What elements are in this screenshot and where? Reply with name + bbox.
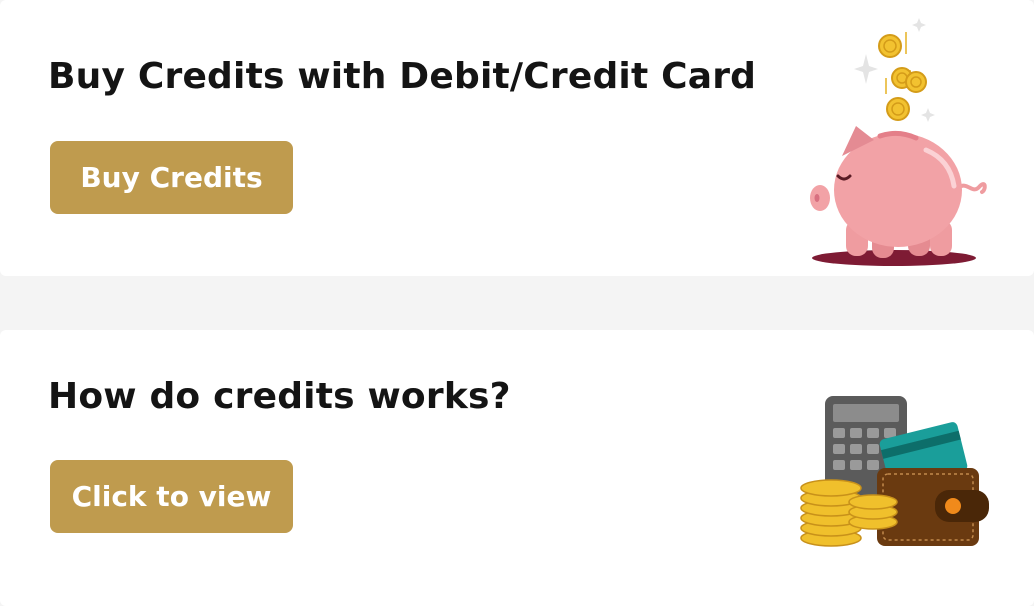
buy-credits-button[interactable]: Buy Credits xyxy=(50,141,293,214)
buy-credits-card: Buy Credits with Debit/Credit Card Buy C… xyxy=(0,0,1034,276)
click-to-view-button[interactable]: Click to view xyxy=(50,460,293,533)
wallet-calculator-coins-icon xyxy=(800,396,989,547)
piggy-bank-coins-icon xyxy=(810,18,987,266)
how-credits-title: How do credits works? xyxy=(48,376,511,417)
how-credits-card: How do credits works? Click to view xyxy=(0,330,1034,606)
buy-credits-title: Buy Credits with Debit/Credit Card xyxy=(48,56,757,97)
